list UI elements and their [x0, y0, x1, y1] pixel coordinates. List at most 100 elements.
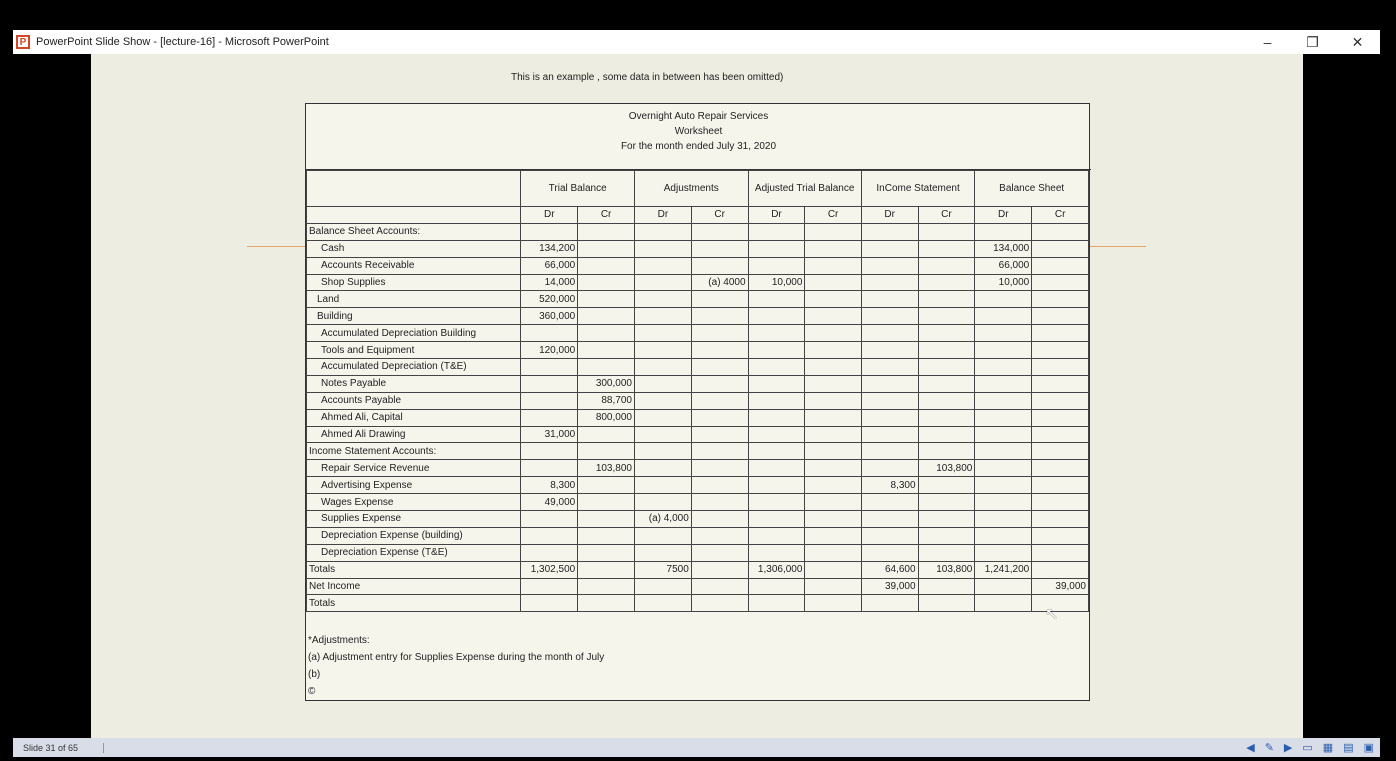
amount-cell [917, 341, 976, 360]
amount-cell [577, 510, 635, 528]
amount-cell [520, 577, 579, 596]
dr-header: Dr [520, 206, 579, 224]
amount-cell [804, 408, 862, 427]
amount-cell [917, 543, 976, 562]
amount-cell [690, 442, 749, 461]
amount-cell [520, 391, 579, 410]
amount-cell [860, 459, 919, 478]
amount-cell [804, 459, 862, 478]
worksheet-header: Overnight Auto Repair Services Worksheet… [306, 104, 1091, 170]
table-row: Tools and Equipment 120,000 [305, 341, 1089, 360]
close-button[interactable]: ✕ [1335, 34, 1380, 51]
slide[interactable]: This is an example , some data in betwee… [91, 54, 1303, 738]
amount-cell [860, 324, 919, 343]
amount-cell: 1,306,000 [747, 560, 806, 579]
table-row: Ahmed Ali, Capital 800,000 [305, 408, 1089, 427]
amount-cell [633, 425, 692, 444]
amount-cell [804, 476, 862, 495]
normal-view-icon[interactable]: ▭ [1302, 741, 1312, 754]
amount-cell [577, 239, 635, 258]
amount-cell [1031, 425, 1089, 444]
cr-header: Cr [577, 206, 635, 224]
slide-note: This is an example , some data in betwee… [511, 72, 784, 83]
previous-slide-icon[interactable]: ◀ [1246, 741, 1254, 754]
account-label: Repair Service Revenue [305, 459, 522, 478]
amount-cell [747, 358, 806, 376]
table-row: Cash 134,200 134,000 [305, 239, 1089, 258]
cr-header: Cr [690, 206, 749, 224]
amount-cell: 134,000 [974, 239, 1033, 258]
table-row: Building 360,000 [305, 307, 1089, 326]
amount-cell [804, 374, 862, 393]
amount-cell [860, 594, 919, 613]
footnote-line: *Adjustments: [308, 635, 370, 646]
amount-cell: 120,000 [520, 341, 579, 360]
amount-cell [690, 425, 749, 444]
footnote-line: (a) Adjustment entry for Supplies Expens… [308, 652, 605, 663]
restore-button[interactable]: ❐ [1290, 34, 1335, 51]
amount-cell [747, 510, 806, 528]
table-row: Accounts Payable 88,700 [305, 391, 1089, 410]
amount-cell [577, 358, 635, 376]
amount-cell [974, 577, 1033, 596]
amount-cell [633, 374, 692, 393]
account-label: Net Income [305, 577, 522, 596]
amount-cell [1031, 543, 1089, 562]
amount-cell [917, 510, 976, 528]
amount-cell [917, 476, 976, 495]
amount-cell [860, 239, 919, 258]
amount-cell [860, 493, 919, 512]
amount-cell [917, 273, 976, 292]
table-row: Ahmed Ali Drawing 31,000 [305, 425, 1089, 444]
amount-cell: 39,000 [1031, 577, 1089, 596]
amount-cell [974, 493, 1033, 512]
amount-cell [577, 324, 635, 343]
amount-cell [974, 307, 1033, 326]
amount-cell [520, 374, 579, 393]
amount-cell [633, 256, 692, 275]
amount-cell [917, 324, 976, 343]
amount-cell [747, 594, 806, 613]
amount-cell [577, 560, 635, 579]
amount-cell [917, 391, 976, 410]
amount-cell [633, 239, 692, 258]
amount-cell [860, 391, 919, 410]
slide-sorter-icon[interactable]: ▦ [1323, 741, 1333, 754]
slideshow-view-icon[interactable]: ▣ [1364, 741, 1374, 754]
window-titlebar: P PowerPoint Slide Show - [lecture-16] -… [13, 30, 1380, 54]
amount-cell [747, 307, 806, 326]
table-row: Supplies Expense (a) 4,000 [305, 510, 1089, 528]
cr-header: Cr [917, 206, 976, 224]
amount-cell [974, 425, 1033, 444]
amount-cell [577, 290, 635, 309]
amount-cell [747, 374, 806, 393]
amount-cell [917, 442, 976, 461]
amount-cell [633, 476, 692, 495]
minimize-button[interactable]: – [1245, 34, 1290, 50]
amount-cell [690, 560, 749, 579]
reading-view-icon[interactable]: ▤ [1343, 741, 1353, 754]
table-row: Advertising Expense 8,300 8,300 [305, 476, 1089, 495]
group-adjusted-trial-balance: Adjusted Trial Balance [747, 170, 862, 207]
amount-cell [860, 526, 919, 545]
account-label: Depreciation Expense (T&E) [305, 543, 522, 562]
table-row: Totals [305, 594, 1089, 613]
pen-tool-icon[interactable]: ✎ [1265, 741, 1274, 754]
amount-cell [690, 594, 749, 613]
amount-cell [1031, 594, 1089, 613]
group-income-statement: InCome Statement [860, 170, 976, 207]
dr-header: Dr [860, 206, 919, 224]
amount-cell [1031, 408, 1089, 427]
amount-cell [690, 222, 749, 241]
table-row: Net Income 39,000 39,000 [305, 577, 1089, 596]
amount-cell [633, 324, 692, 343]
amount-cell [860, 222, 919, 241]
amount-cell [577, 222, 635, 241]
account-label: Accumulated Depreciation (T&E) [305, 358, 522, 376]
amount-cell [1031, 256, 1089, 275]
amount-cell: (a) 4000 [690, 273, 749, 292]
group-adjustments: Adjustments [633, 170, 749, 207]
next-slide-icon[interactable]: ▶ [1284, 741, 1292, 754]
account-label: Shop Supplies [305, 273, 522, 292]
letterbox-right [1303, 54, 1396, 738]
